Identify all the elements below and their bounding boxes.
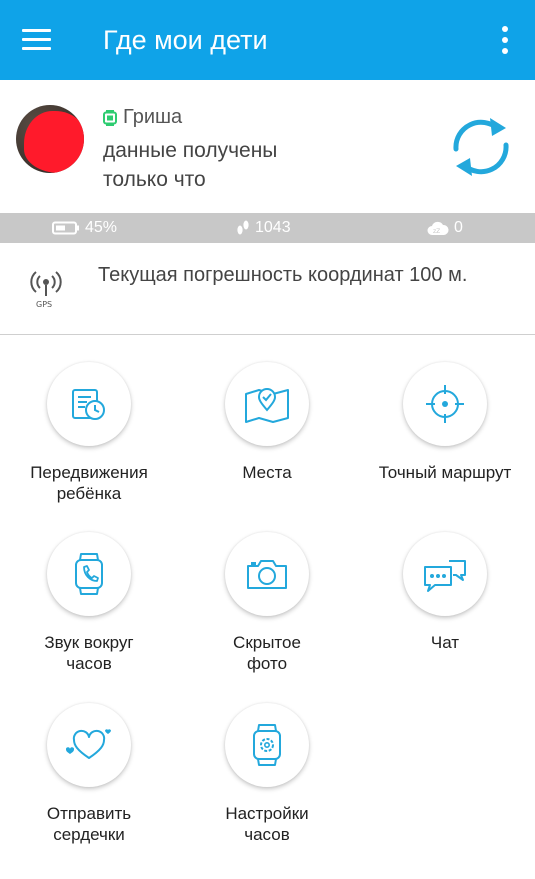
battery-stat: 45% [52, 213, 117, 243]
steps-value: 1043 [255, 219, 291, 236]
app-title: Где мои дети [103, 25, 268, 55]
tile-circle[interactable] [47, 362, 131, 446]
footsteps-icon [237, 220, 249, 235]
tile-circle[interactable] [225, 532, 309, 616]
avatar[interactable] [16, 105, 84, 173]
more-options-icon[interactable] [501, 26, 509, 54]
tile-exact-route[interactable]: Точный маршрут [356, 362, 534, 522]
tile-label: Точный маршрут [356, 462, 534, 483]
chat-icon [424, 560, 466, 592]
tile-label: Чат [356, 632, 534, 653]
tile-label-line2: часов [66, 654, 112, 673]
tile-label-line1: Звук вокруг [44, 633, 134, 652]
battery-value: 45% [85, 219, 118, 236]
tile-label-line2: ребёнка [56, 484, 122, 503]
steps-stat: 1043 [236, 213, 291, 243]
tile-label-line1: Скрытое [233, 633, 301, 652]
tile-label-line2: часов [244, 825, 290, 844]
child-card[interactable]: Гриша данные получены только что [0, 80, 535, 212]
crosshair-icon [426, 385, 464, 423]
hearts-icon [65, 729, 111, 759]
menu-icon[interactable] [22, 27, 52, 51]
tile-places[interactable]: Места [178, 362, 356, 522]
watch-call-icon [75, 553, 103, 595]
sleep-value: 0 [454, 219, 463, 236]
tile-label-line1: Передвижения [30, 463, 148, 482]
tile-label: Скрытое фото [178, 632, 356, 674]
gps-signal-icon: GPS [30, 271, 62, 309]
battery-icon [52, 221, 79, 235]
tile-label: Отправить сердечки [0, 803, 178, 845]
tile-label: Передвижения ребёнка [0, 462, 178, 504]
tile-label-line1: Отправить [46, 804, 132, 823]
watch-settings-icon [253, 724, 281, 766]
gps-accuracy-text: Текущая погрешность координат 100 м. [98, 264, 468, 286]
app-bar: Где мои дети [0, 0, 535, 80]
tile-label-line2: сердечки [53, 825, 125, 844]
tile-send-hearts[interactable]: Отправить сердечки [0, 703, 178, 863]
sleep-stat: zZ 0 [427, 213, 463, 243]
tile-hidden-photo[interactable]: Скрытое фото [178, 532, 356, 692]
tile-child-movements[interactable]: Передвижения ребёнка [0, 362, 178, 522]
tile-circle[interactable] [403, 532, 487, 616]
tile-circle[interactable] [225, 703, 309, 787]
tile-label-line2: фото [246, 654, 288, 673]
tile-sound-around-watch[interactable]: Звук вокруг часов [0, 532, 178, 692]
tile-label: Места [178, 462, 356, 483]
refresh-icon[interactable] [446, 112, 516, 182]
tile-label-line1: Места [242, 463, 292, 482]
places-map-icon [245, 388, 289, 423]
tile-label-line1: Точный маршрут [378, 463, 512, 482]
tile-circle[interactable] [225, 362, 309, 446]
watch-online-icon [103, 109, 117, 126]
child-name: Гриша [123, 106, 183, 128]
tile-watch-settings[interactable]: Настройки часов [178, 703, 356, 863]
tile-label-line1: Чат [430, 633, 460, 652]
gps-accuracy-row: GPS Текущая погрешность координат 100 м. [0, 244, 535, 335]
tile-circle[interactable] [47, 532, 131, 616]
tile-circle[interactable] [403, 362, 487, 446]
tile-label: Настройки часов [178, 803, 356, 845]
stats-bar: 45% 1043 zZ 0 [0, 213, 535, 243]
svg-text:zZ: zZ [433, 228, 440, 235]
tile-chat[interactable]: Чат [356, 532, 534, 692]
tile-label-line1: Настройки [225, 804, 309, 823]
camera-icon [247, 560, 287, 589]
tile-label: Звук вокруг часов [0, 632, 178, 674]
child-name-row: Гриша [103, 106, 182, 129]
gps-icon-label: GPS [36, 300, 52, 309]
tile-circle[interactable] [47, 703, 131, 787]
history-map-icon [72, 389, 105, 420]
data-status-line1: данные получены [103, 139, 278, 162]
data-status: данные получены только что [103, 136, 403, 194]
data-status-line2: только что [103, 168, 206, 191]
sleep-cloud-icon: zZ [427, 221, 449, 235]
